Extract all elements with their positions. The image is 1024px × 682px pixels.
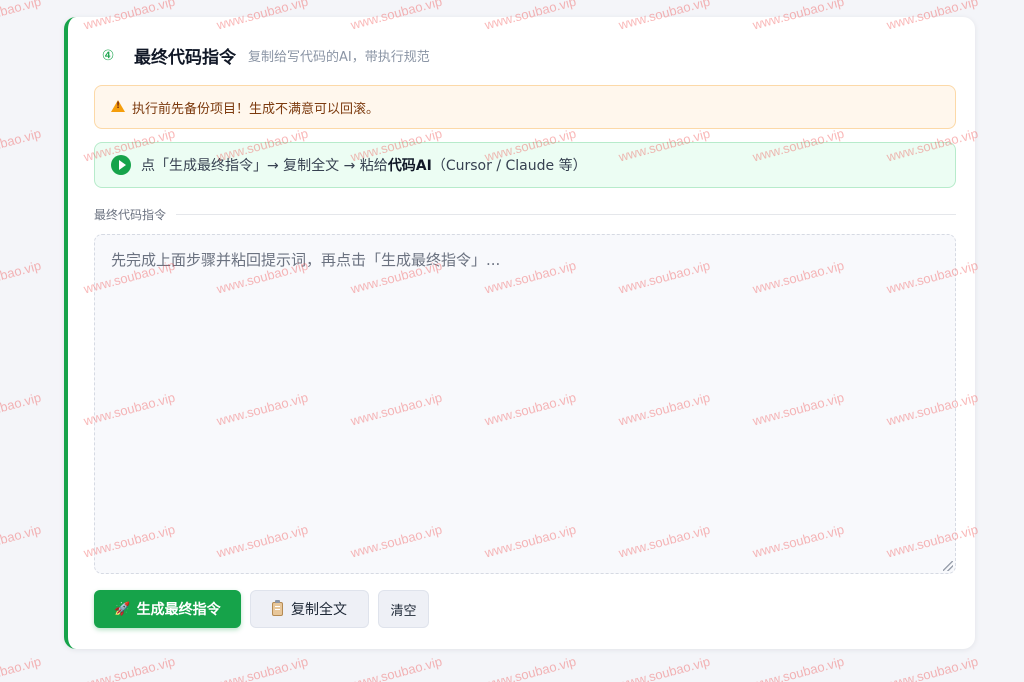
- watermark-text: www.soubao.vip: [0, 0, 43, 33]
- step-number: ④: [101, 47, 115, 64]
- watermark-text: www.soubao.vip: [0, 389, 43, 429]
- card-header: ④ 最终代码指令 复制给写代码的AI，带执行规范: [98, 43, 430, 69]
- label-divider: [176, 214, 956, 215]
- final-instruction-output[interactable]: 先完成上面步骤并粘回提示词，再点击「生成最终指令」...: [94, 234, 956, 574]
- final-instruction-card: ④ 最终代码指令 复制给写代码的AI，带执行规范 执行前先备份项目！生成不满意可…: [64, 17, 975, 649]
- warning-text: 执行前先备份项目！生成不满意可以回滚。: [132, 101, 380, 117]
- watermark-text: www.soubao.vip: [0, 125, 43, 165]
- watermark-text: www.soubao.vip: [885, 653, 980, 682]
- card-subtitle: 复制给写代码的AI，带执行规范: [248, 50, 430, 65]
- watermark-text: www.soubao.vip: [483, 653, 578, 682]
- watermark-text: www.soubao.vip: [82, 653, 177, 682]
- output-section-label: 最终代码指令: [94, 206, 956, 223]
- clear-button-label: 清空: [390, 603, 417, 619]
- hint-text-bold: 代码AI: [387, 158, 432, 174]
- watermark-text: www.soubao.vip: [0, 521, 43, 561]
- generate-button-label: 生成最终指令: [136, 602, 221, 618]
- watermark-text: www.soubao.vip: [0, 653, 43, 682]
- card-title: 最终代码指令: [134, 48, 236, 68]
- backup-warning-banner: 执行前先备份项目！生成不满意可以回滚。: [94, 85, 956, 129]
- hint-text: 点「生成最终指令」→ 复制全文 → 粘给代码AI（Cursor / Claude…: [141, 155, 587, 175]
- copy-all-button[interactable]: 复制全文: [250, 590, 369, 628]
- usage-hint-banner: 点「生成最终指令」→ 复制全文 → 粘给代码AI（Cursor / Claude…: [94, 142, 956, 188]
- watermark-text: www.soubao.vip: [751, 653, 846, 682]
- copy-button-label: 复制全文: [291, 602, 347, 618]
- watermark-text: www.soubao.vip: [349, 653, 444, 682]
- output-placeholder: 先完成上面步骤并粘回提示词，再点击「生成最终指令」...: [111, 251, 501, 269]
- clipboard-icon: [272, 600, 283, 616]
- hint-text-before: 点「生成最终指令」→ 复制全文 → 粘给: [141, 158, 388, 174]
- output-label: 最终代码指令: [94, 208, 167, 222]
- watermark-text: www.soubao.vip: [617, 653, 712, 682]
- resize-handle[interactable]: [943, 561, 953, 571]
- clear-button[interactable]: 清空: [378, 590, 429, 628]
- watermark-text: www.soubao.vip: [0, 257, 43, 297]
- warning-icon: [111, 100, 125, 112]
- play-icon: [111, 155, 131, 175]
- generate-instruction-button[interactable]: 🚀 生成最终指令: [94, 590, 241, 628]
- rocket-icon: 🚀: [114, 601, 131, 617]
- watermark-text: www.soubao.vip: [215, 653, 310, 682]
- hint-text-after: （Cursor / Claude 等）: [431, 158, 587, 174]
